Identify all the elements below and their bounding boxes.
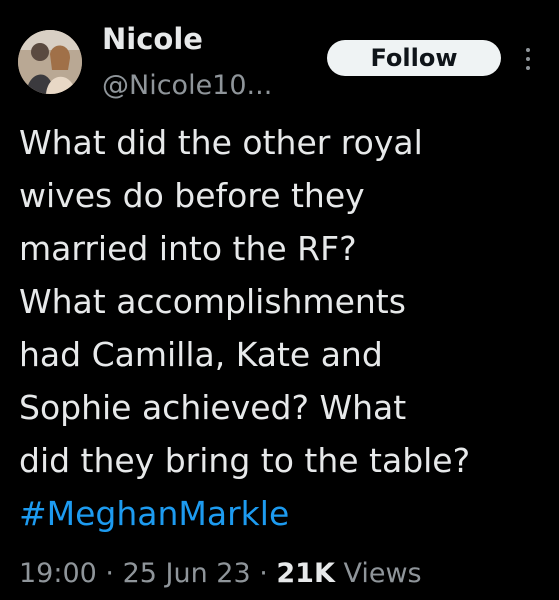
tweet-line: wives do before they <box>19 176 365 215</box>
tweet-line: married into the RF? <box>19 229 357 268</box>
views-label: Views <box>334 558 422 589</box>
tweet-meta: 19:00 · 25 Jun 23 · 21K Views <box>19 558 422 589</box>
user-handle[interactable]: @Nicole10... <box>102 70 272 101</box>
follow-button[interactable]: Follow <box>327 40 501 76</box>
tweet-text: What did the other royal wives do before… <box>19 116 549 540</box>
more-vertical-icon[interactable] <box>522 45 534 73</box>
avatar-photo <box>18 30 82 94</box>
tweet-line: had Camilla, Kate and <box>19 335 383 374</box>
hashtag-link[interactable]: #MeghanMarkle <box>19 487 549 540</box>
views-count[interactable]: 21K <box>276 558 335 589</box>
avatar[interactable] <box>18 30 82 94</box>
tweet-time[interactable]: 19:00 <box>19 558 97 589</box>
tweet-line: What did the other royal <box>19 123 423 162</box>
tweet-line: did they bring to the table? <box>19 441 471 480</box>
meta-separator: · <box>250 558 277 589</box>
tweet-date[interactable]: 25 Jun 23 <box>123 558 251 589</box>
tweet-line: What accomplishments <box>19 282 406 321</box>
tweet-line: Sophie achieved? What <box>19 388 407 427</box>
meta-separator: · <box>96 558 123 589</box>
display-name[interactable]: Nicole <box>102 22 203 56</box>
